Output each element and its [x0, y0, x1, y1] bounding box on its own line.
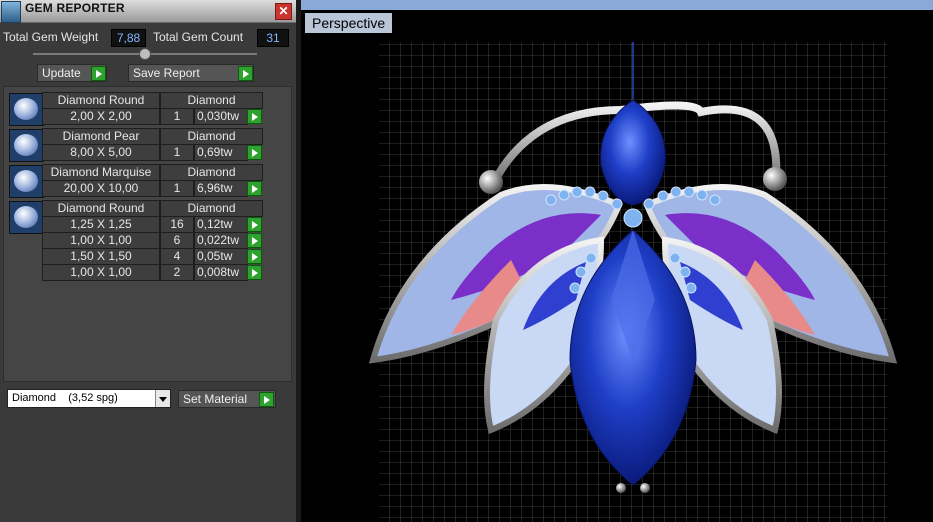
gem-size: 1,00 X 1,00	[42, 264, 160, 281]
gem-name: Diamond Round	[42, 92, 160, 109]
gem-name: Diamond Marquise	[42, 164, 160, 181]
select-gem-button[interactable]	[247, 233, 262, 248]
update-label: Update	[42, 66, 81, 80]
update-button[interactable]: Update	[37, 64, 107, 82]
title-bar: GEM REPORTER ✕	[0, 0, 296, 23]
gem-total-weight: 6,96tw	[194, 180, 248, 197]
gem-total-weight: 0,12tw	[194, 216, 248, 233]
save-report-button[interactable]: Save Report	[128, 64, 254, 82]
bottom-prong-left	[616, 483, 626, 493]
gem-total-weight: 0,008tw	[194, 264, 248, 281]
slider-handle[interactable]	[139, 48, 151, 60]
bottom-prong-right	[640, 483, 650, 493]
material-select-value: Diamond (3,52 spg)	[12, 392, 118, 404]
right-ball	[763, 167, 787, 191]
gem-quantity: 16	[160, 216, 194, 233]
save-report-label: Save Report	[133, 66, 200, 80]
gem-size: 20,00 X 10,00	[42, 180, 160, 197]
gem-reporter-icon	[1, 1, 21, 23]
gem-quantity: 1	[160, 108, 194, 125]
total-gem-weight-label: Total Gem Weight	[3, 30, 99, 44]
set-material-label: Set Material	[183, 392, 248, 406]
butterfly-pendant-render[interactable]	[301, 0, 933, 522]
gem-quantity: 4	[160, 248, 194, 265]
gem-material: Diamond	[160, 164, 263, 181]
play-arrow-icon	[91, 66, 106, 81]
chevron-down-icon[interactable]	[155, 390, 170, 407]
gem-total-weight: 0,69tw	[194, 144, 248, 161]
window-title: GEM REPORTER	[25, 1, 125, 15]
material-select[interactable]: Diamond (3,52 spg)	[7, 389, 171, 408]
gem-material: Diamond	[160, 92, 263, 109]
gem-reporter-panel: GEM REPORTER ✕ Total Gem Weight 7,88 Tot…	[0, 0, 296, 522]
gem-total-weight: 0,05tw	[194, 248, 248, 265]
gem-quantity: 2	[160, 264, 194, 281]
gem-quantity: 1	[160, 180, 194, 197]
round-gem-icon[interactable]	[9, 93, 44, 126]
gem-quantity: 1	[160, 144, 194, 161]
close-button[interactable]: ✕	[275, 3, 292, 20]
gem-list: Diamond Round Diamond 2,00 X 2,00 1 0,03…	[3, 86, 292, 382]
select-gem-button[interactable]	[247, 249, 262, 264]
gem-total-weight: 0,022tw	[194, 232, 248, 249]
gem-quantity: 6	[160, 232, 194, 249]
gem-size: 1,50 X 1,50	[42, 248, 160, 265]
gem-total-weight: 0,030tw	[194, 108, 248, 125]
select-gem-button[interactable]	[247, 265, 262, 280]
select-gem-button[interactable]	[247, 145, 262, 160]
gem-name: Diamond Round	[42, 200, 160, 217]
play-arrow-icon	[238, 66, 253, 81]
gem-name: Diamond Pear	[42, 128, 160, 145]
pear-gem-icon[interactable]	[9, 129, 44, 162]
total-gem-weight-value: 7,88	[111, 29, 146, 47]
gem-size: 1,25 X 1,25	[42, 216, 160, 233]
perspective-viewport[interactable]: Perspective	[301, 0, 933, 522]
gem-size: 2,00 X 2,00	[42, 108, 160, 125]
round-gem-icon[interactable]	[9, 201, 44, 234]
select-gem-button[interactable]	[247, 217, 262, 232]
left-ball	[479, 170, 503, 194]
select-gem-button[interactable]	[247, 181, 262, 196]
total-gem-count-label: Total Gem Count	[153, 30, 244, 44]
gem-size: 8,00 X 5,00	[42, 144, 160, 161]
play-arrow-icon	[259, 392, 274, 407]
select-gem-button[interactable]	[247, 109, 262, 124]
gem-size: 1,00 X 1,00	[42, 232, 160, 249]
gem-material: Diamond	[160, 128, 263, 145]
marquise-gem-icon[interactable]	[9, 165, 44, 198]
total-gem-count-value: 31	[257, 29, 289, 47]
gem-material: Diamond	[160, 200, 263, 217]
set-material-button[interactable]: Set Material	[178, 390, 276, 408]
